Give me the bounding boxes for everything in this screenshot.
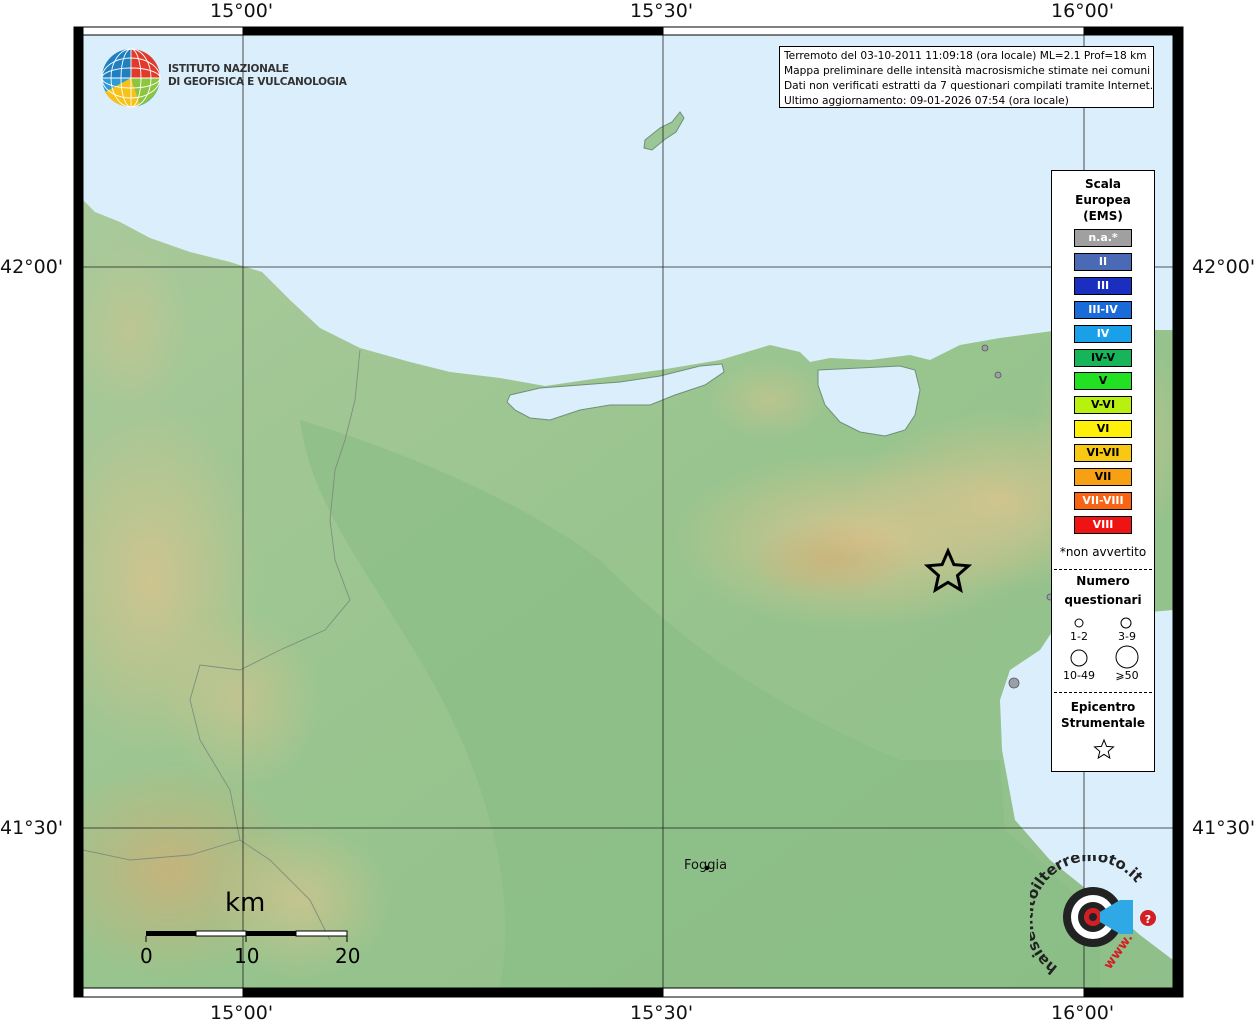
legend-title-line-1: Scala xyxy=(1084,177,1122,191)
event-info-line-3: Dati non verificati estratti da 7 questi… xyxy=(784,80,1154,92)
legend-epicenter-line-1: Epicentro xyxy=(1070,700,1136,714)
point-small xyxy=(981,344,989,352)
legend-q-label-2: 3-9 xyxy=(1118,630,1136,643)
legend-circle-10-49 xyxy=(1070,649,1088,667)
scale-tick-10: 10 xyxy=(234,944,260,968)
point-medium xyxy=(1008,677,1020,689)
event-info-line-1: Terremoto del 03-10-2011 11:09:18 (ora l… xyxy=(784,50,1147,62)
legend-circle-3-9 xyxy=(1120,617,1132,629)
lon-label-bottom-1: 15°00' xyxy=(210,1002,274,1024)
ingv-line-2: DI GEOFISICA E VULCANOLOGIA xyxy=(168,76,347,88)
map-area[interactable] xyxy=(40,35,1190,988)
lat-label-left-2: 41°30' xyxy=(0,817,64,839)
legend-q-label-1: 1-2 xyxy=(1070,630,1088,643)
ingv-globe-logo xyxy=(101,48,161,108)
event-info-box: Terremoto del 03-10-2011 11:09:18 (ora l… xyxy=(779,46,1154,108)
legend-swatch: IV-V xyxy=(1074,348,1132,367)
legend-swatch: II xyxy=(1074,252,1132,271)
legend-swatch: V-VI xyxy=(1074,396,1132,415)
svg-text:haisentitoilterremoto.it: haisentitoilterremoto.it xyxy=(1030,855,1147,978)
lon-label-top-1: 15°00' xyxy=(210,0,274,22)
scale-tick-0: 0 xyxy=(140,944,153,968)
legend-epicenter-title: Epicentro Strumentale xyxy=(1052,699,1154,731)
legend-swatch: VII-VIII xyxy=(1074,491,1132,510)
legend-star-icon xyxy=(1093,738,1115,760)
lat-label-right-1: 42°00' xyxy=(1192,256,1256,278)
city-label-foggia: Foggia xyxy=(684,858,728,873)
legend-questionnaires-line-1: Numero xyxy=(1076,574,1130,588)
legend-swatch: V xyxy=(1074,372,1132,391)
scale-tick-20: 20 xyxy=(335,944,361,968)
legend-circle-1-2 xyxy=(1074,618,1084,628)
legend-not-felt-note: *non avvertito xyxy=(1059,545,1147,559)
legend-swatch: III-IV xyxy=(1074,300,1132,319)
ems-legend: Scala Europea (EMS) n.a.* II III III-IV IV IV… xyxy=(1051,170,1155,772)
ingv-line-1: ISTITUTO NAZIONALE xyxy=(168,63,289,75)
hsn-logo-www: www. xyxy=(1101,931,1136,972)
hsn-logo-arc-text: haisentitoilterremoto.it xyxy=(1030,855,1147,978)
gargano-3 xyxy=(750,520,910,600)
legend-circle-50 xyxy=(1115,645,1139,669)
legend-q-label-3: 10-49 xyxy=(1063,669,1095,682)
legend-swatch: VIII xyxy=(1074,515,1132,534)
legend-divider xyxy=(1054,569,1152,570)
lon-label-bottom-3: 16°00' xyxy=(1051,1002,1115,1024)
legend-divider-2 xyxy=(1054,692,1152,693)
point-small xyxy=(994,371,1002,379)
lon-label-top-2: 15°30' xyxy=(630,0,694,22)
scale-unit: km xyxy=(225,888,266,918)
gargano-5 xyxy=(710,360,830,440)
hsn-logo-text: haisentitoilterremoto.it www. xyxy=(1030,855,1147,978)
ingv-logo-text: ISTITUTO NAZIONALE DI GEOFISICA E VULCAN… xyxy=(168,63,347,89)
legend-swatch: III xyxy=(1074,276,1132,295)
event-info-line-4: Ultimo aggiornamento: 09-01-2026 07:54 (… xyxy=(784,95,1069,107)
legend-questionnaires-line-2: questionari xyxy=(1064,593,1142,607)
lat-label-right-2: 41°30' xyxy=(1192,817,1256,839)
legend-swatch: VI xyxy=(1074,420,1132,439)
legend-title: Scala Europea (EMS) xyxy=(1052,176,1154,224)
legend-q-label-4: ⩾50 xyxy=(1115,669,1139,682)
lon-label-bottom-2: 15°30' xyxy=(630,1002,694,1024)
legend-swatch: VII xyxy=(1074,468,1132,486)
legend-swatch: VI-VII xyxy=(1074,444,1132,463)
lat-label-left-1: 42°00' xyxy=(0,256,64,278)
legend-questionnaires-title: Numero questionari xyxy=(1052,572,1154,610)
legend-swatch: IV xyxy=(1074,324,1132,343)
lon-label-top-3: 16°00' xyxy=(1051,0,1115,22)
event-info-line-2: Mappa preliminare delle intensità macros… xyxy=(784,65,1151,77)
legend-epicenter-line-2: Strumentale xyxy=(1060,716,1146,730)
legend-swatch: n.a.* xyxy=(1074,229,1132,247)
hills-west-4 xyxy=(160,610,320,790)
legend-title-line-3: (EMS) xyxy=(1083,209,1123,223)
legend-title-line-2: Europea xyxy=(1075,193,1131,207)
